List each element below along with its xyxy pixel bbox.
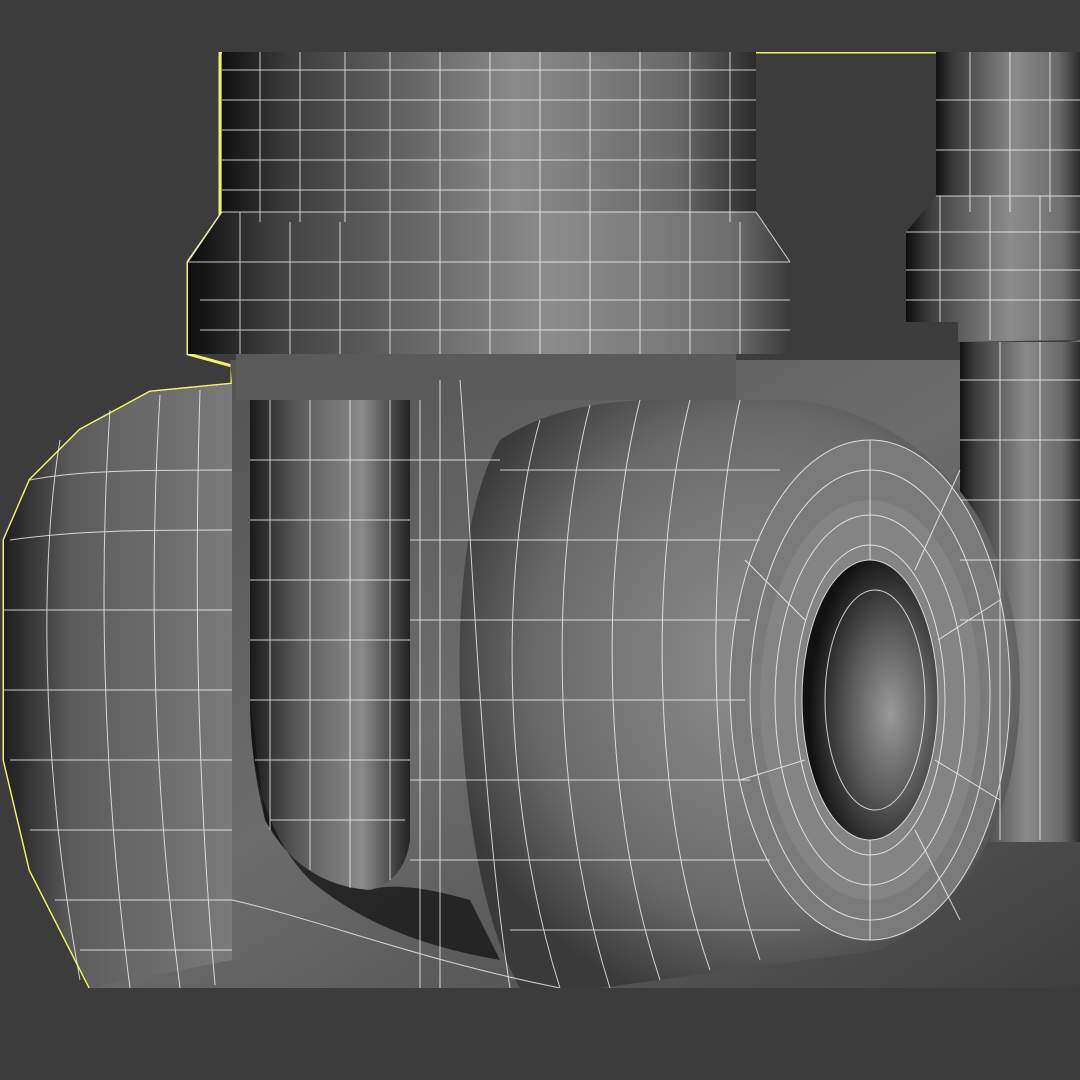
left-tube-neck[interactable] — [236, 354, 736, 400]
ring-bore[interactable] — [802, 560, 938, 840]
right-tube-collar[interactable] — [906, 196, 1080, 342]
left-tube-collar[interactable] — [188, 212, 790, 354]
right-vertical-tube[interactable] — [936, 52, 1080, 212]
left-vertical-tube[interactable] — [222, 52, 756, 222]
model-render[interactable] — [0, 0, 1080, 1080]
slotted-cutout[interactable] — [250, 400, 410, 890]
viewport[interactable] — [0, 0, 1080, 1080]
